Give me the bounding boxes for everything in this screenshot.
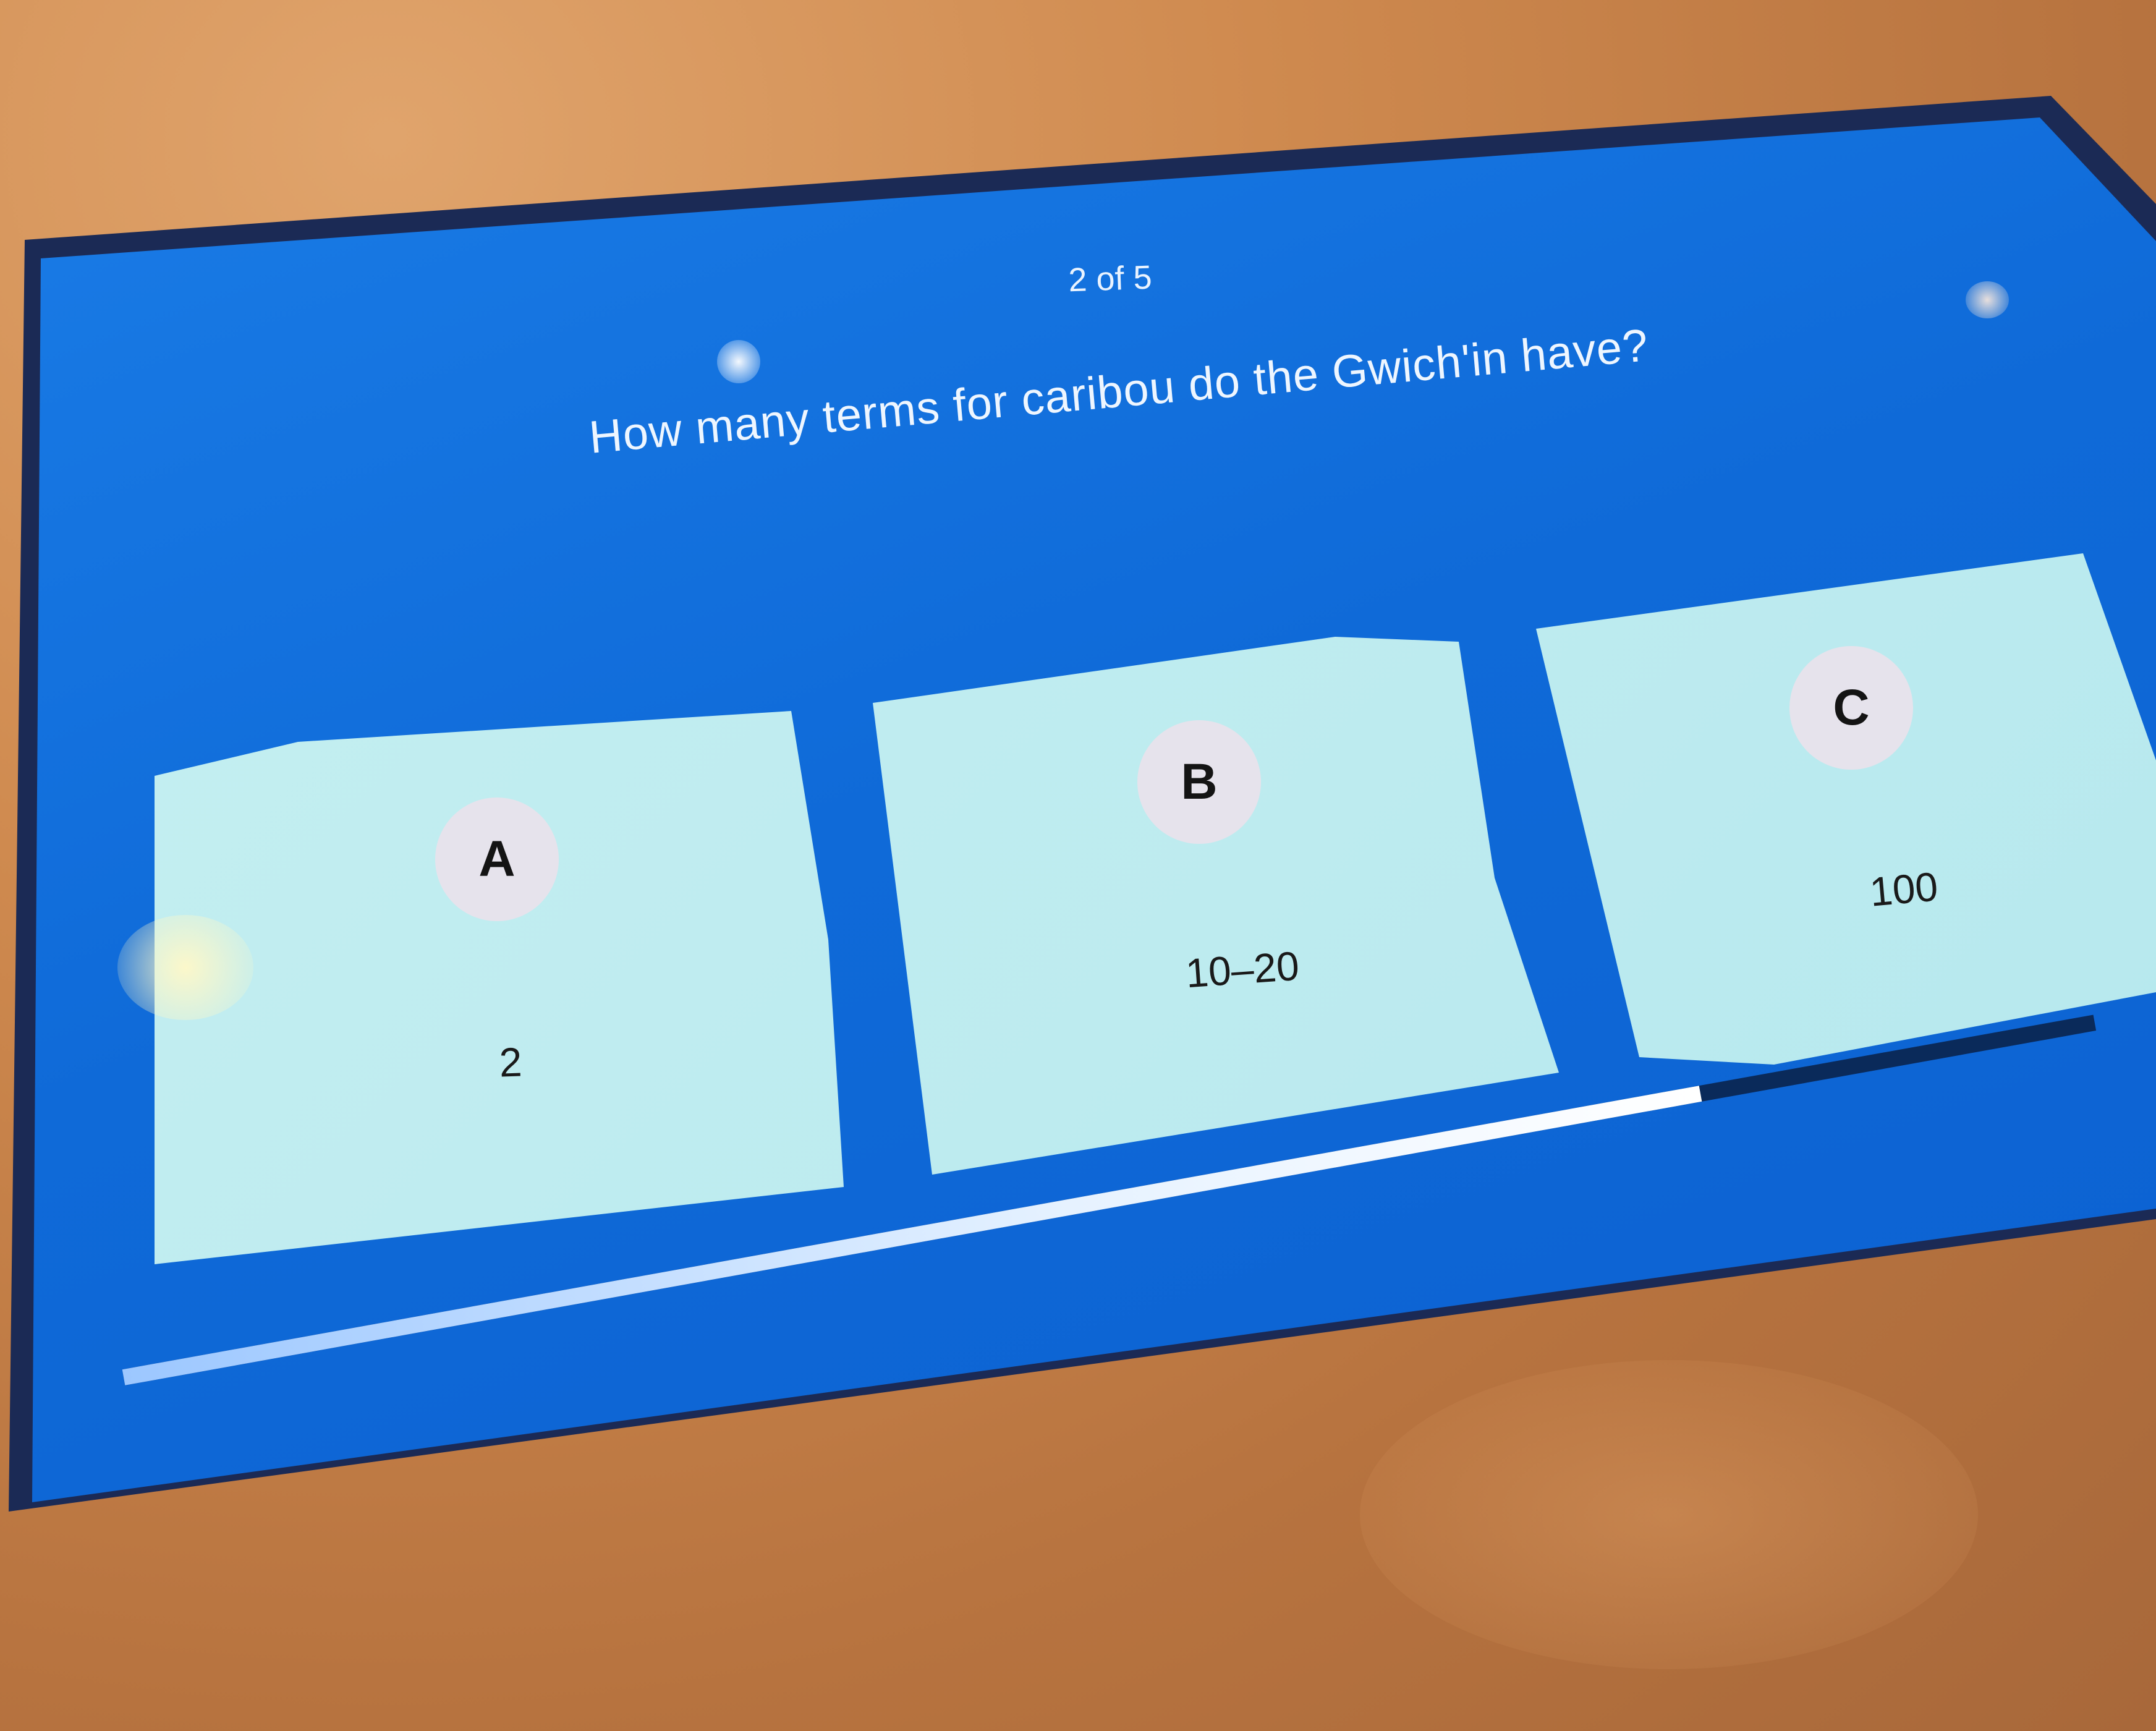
option-letter-badge-c: C: [1789, 646, 1913, 770]
table-light-reflection: [1360, 1360, 1978, 1669]
option-letter-c: C: [1833, 679, 1870, 736]
option-letter-b: B: [1181, 754, 1218, 810]
option-letter-a: A: [478, 831, 516, 887]
option-letter-badge-a: A: [435, 797, 559, 921]
option-letter-badge-b: B: [1137, 720, 1261, 844]
question-counter: 2 of 5: [1067, 258, 1153, 299]
question-text: How many terms for caribou do the Gwich'…: [587, 319, 1651, 463]
answer-text-a: 2: [498, 1039, 523, 1086]
